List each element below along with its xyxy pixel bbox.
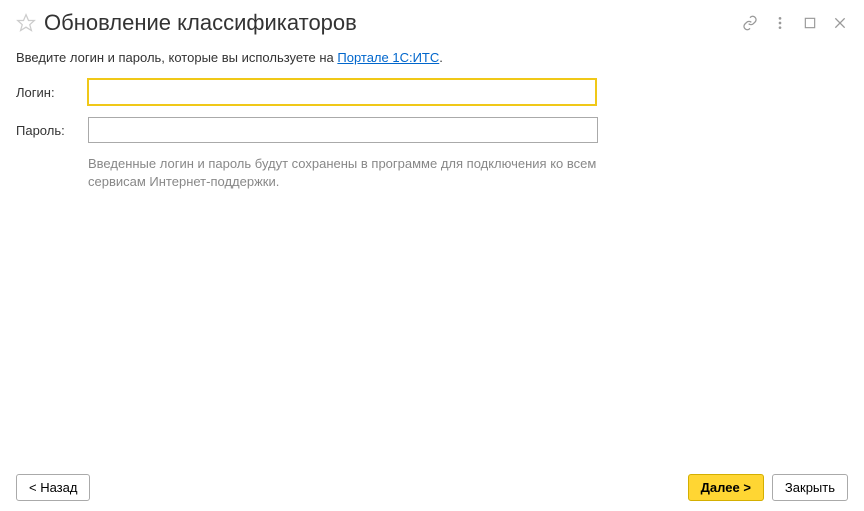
login-row: Логин: — [16, 79, 848, 105]
portal-link[interactable]: Портале 1С:ИТС — [337, 50, 439, 65]
hint-text: Введенные логин и пароль будут сохранены… — [88, 155, 598, 190]
next-button[interactable]: Далее > — [688, 474, 764, 501]
window-header: Обновление классификаторов — [0, 0, 864, 50]
password-label: Пароль: — [16, 123, 88, 138]
content-area: Введите логин и пароль, которые вы испол… — [0, 50, 864, 190]
page-title: Обновление классификаторов — [44, 10, 742, 36]
password-row: Пароль: — [16, 117, 848, 143]
more-icon[interactable] — [772, 15, 788, 31]
login-label: Логин: — [16, 85, 88, 100]
intro-suffix: . — [439, 50, 443, 65]
favorite-star-icon[interactable] — [16, 13, 36, 33]
password-input[interactable] — [88, 117, 598, 143]
intro-prefix: Введите логин и пароль, которые вы испол… — [16, 50, 337, 65]
close-icon[interactable] — [832, 15, 848, 31]
window-controls — [742, 15, 848, 31]
back-button[interactable]: < Назад — [16, 474, 90, 501]
link-icon[interactable] — [742, 15, 758, 31]
footer-right-group: Далее > Закрыть — [688, 474, 848, 501]
close-button[interactable]: Закрыть — [772, 474, 848, 501]
login-input[interactable] — [87, 78, 597, 106]
footer-bar: < Назад Далее > Закрыть — [16, 474, 848, 501]
intro-text: Введите логин и пароль, которые вы испол… — [16, 50, 848, 65]
maximize-icon[interactable] — [802, 15, 818, 31]
